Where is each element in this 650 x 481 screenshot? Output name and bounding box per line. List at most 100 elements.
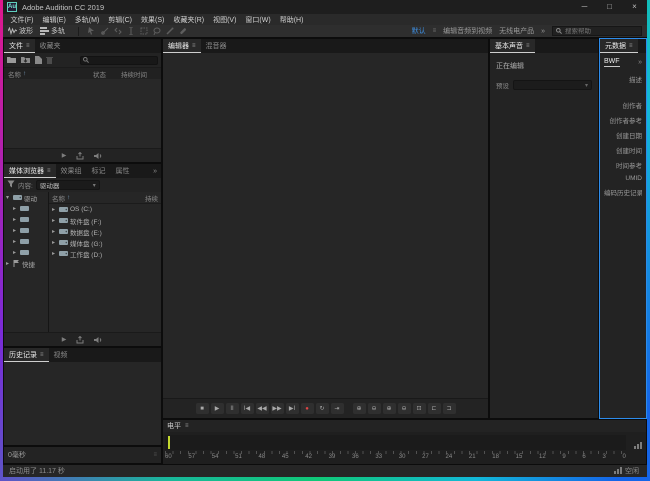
chevron-right-icon[interactable]: ▸ xyxy=(6,260,11,267)
stop-button[interactable]: ■ xyxy=(196,403,209,414)
panel-menu-icon[interactable]: ≡ xyxy=(26,43,30,49)
chevron-right-icon[interactable]: ▸ xyxy=(13,238,18,245)
metadata-overflow-chevron-icon[interactable]: » xyxy=(638,59,642,66)
files-list[interactable] xyxy=(4,79,161,149)
tree-drive-item[interactable]: ▸ xyxy=(4,247,48,258)
chevron-right-icon[interactable]: ▸ xyxy=(52,228,57,235)
loop-playback-button[interactable]: ↻ xyxy=(316,403,329,414)
panel-menu-icon[interactable]: ≡ xyxy=(629,43,633,49)
preview-play-icon[interactable]: ▶ xyxy=(62,336,67,343)
play-button[interactable]: ▶ xyxy=(211,403,224,414)
paintbrush-selection-tool-icon[interactable] xyxy=(165,27,174,36)
tab-overflow-chevron-icon[interactable]: » xyxy=(149,164,161,178)
move-tool-icon[interactable] xyxy=(87,27,96,36)
tree-item-drives[interactable]: ▾ 驱动 xyxy=(4,192,48,203)
slip-tool-icon[interactable] xyxy=(113,27,122,36)
panel-menu-icon[interactable]: ≡ xyxy=(153,452,157,458)
tree-drive-item[interactable]: ▸ xyxy=(4,203,48,214)
content-dropdown[interactable]: 驱动器 ▾ xyxy=(36,180,100,190)
chevron-right-icon[interactable]: ▸ xyxy=(13,216,18,223)
auto-play-icon[interactable] xyxy=(76,336,84,344)
move-playhead-previous-button[interactable]: I◀ xyxy=(241,403,254,414)
zoom-to-out-point-button[interactable]: ⊐ xyxy=(443,403,456,414)
menu-item[interactable]: 窗口(W) xyxy=(241,15,275,25)
chevron-down-icon[interactable]: ▾ xyxy=(6,194,11,201)
help-search-box[interactable] xyxy=(552,26,642,36)
preview-play-icon[interactable]: ▶ xyxy=(62,152,67,159)
menu-item[interactable]: 视图(V) xyxy=(209,15,241,25)
panel-menu-icon[interactable]: ≡ xyxy=(185,423,189,429)
chevron-right-icon[interactable]: ▸ xyxy=(13,227,18,234)
record-button[interactable]: ● xyxy=(301,403,314,414)
lasso-selection-tool-icon[interactable] xyxy=(152,27,161,36)
zoom-in-vertical-button[interactable]: ⊕ xyxy=(383,403,396,414)
tree-drive-item[interactable]: ▸ xyxy=(4,225,48,236)
speaker-icon[interactable] xyxy=(94,336,103,344)
drive-list-item[interactable]: ▸ 软件盘 (F:) xyxy=(49,215,161,226)
menu-item[interactable]: 文件(F) xyxy=(6,15,38,25)
menu-item[interactable]: 多轨(M) xyxy=(70,15,104,25)
tab-mixer[interactable]: 混音器 xyxy=(201,39,232,53)
menu-item[interactable]: 剪辑(C) xyxy=(104,15,137,25)
chevron-right-icon[interactable]: ▸ xyxy=(52,239,57,246)
media-column-headers[interactable]: 名称 ↑ 持续 xyxy=(49,192,161,204)
fast-forward-button[interactable]: ▶▶ xyxy=(271,403,284,414)
files-search-input[interactable] xyxy=(91,57,151,63)
auto-play-icon[interactable] xyxy=(76,152,84,160)
menu-item[interactable]: 帮助(H) xyxy=(275,15,308,25)
new-file-icon[interactable] xyxy=(35,51,42,69)
level-meter[interactable]: 60575451484542393633302724211815129630 xyxy=(163,432,646,464)
panel-menu-icon[interactable]: ≡ xyxy=(192,43,196,49)
tree-drive-item[interactable]: ▸ xyxy=(4,236,48,247)
tab-effects-rack[interactable]: 效果组 xyxy=(56,164,87,178)
razor-tool-icon[interactable] xyxy=(100,27,109,36)
drive-list-item[interactable]: ▸ 媒体盘 (G:) xyxy=(49,237,161,248)
tab-editor[interactable]: 编辑器 ≡ xyxy=(163,39,201,53)
zoom-to-in-point-button[interactable]: ⊏ xyxy=(428,403,441,414)
maximize-button[interactable]: □ xyxy=(597,0,622,14)
tab-video[interactable]: 视频 xyxy=(49,348,73,362)
open-file-icon[interactable] xyxy=(7,51,17,69)
tab-metadata[interactable]: 元数据 ≡ xyxy=(600,39,638,53)
chevron-right-icon[interactable]: ▸ xyxy=(52,217,57,224)
help-search-input[interactable] xyxy=(565,28,637,35)
move-playhead-next-button[interactable]: ▶I xyxy=(286,403,299,414)
menu-item[interactable]: 编辑(E) xyxy=(38,15,70,25)
tab-essential-sound[interactable]: 基本声音 ≡ xyxy=(490,39,535,53)
minimize-button[interactable]: ─ xyxy=(572,0,597,14)
tree-item-shortcuts[interactable]: ▸ 快捷 xyxy=(4,258,48,269)
editor-canvas[interactable] xyxy=(163,53,488,399)
workspace-menu-icon[interactable]: ≡ xyxy=(433,28,437,34)
zoom-out-horizontal-button[interactable]: ⊖ xyxy=(368,403,381,414)
tab-markers[interactable]: 标记 xyxy=(87,164,111,178)
files-search-box[interactable] xyxy=(80,56,158,65)
chevron-right-icon[interactable]: ▸ xyxy=(13,249,18,256)
close-button[interactable]: × xyxy=(622,0,647,14)
menu-item[interactable]: 收藏夹(R) xyxy=(169,15,209,25)
workspace-tab-radio-production[interactable]: 无线电产品 xyxy=(499,26,534,36)
meter-bars-icon[interactable] xyxy=(634,436,642,454)
pause-button[interactable]: II xyxy=(226,403,239,414)
panel-menu-icon[interactable]: ≡ xyxy=(47,168,51,174)
spot-healing-brush-tool-icon[interactable] xyxy=(178,27,187,36)
zoom-out-vertical-button[interactable]: ⊖ xyxy=(398,403,411,414)
preset-dropdown[interactable]: ▾ xyxy=(513,80,592,90)
tab-properties[interactable]: 属性 xyxy=(111,164,135,178)
panel-menu-icon[interactable]: ≡ xyxy=(40,352,44,358)
waveform-view-button[interactable]: 波形 xyxy=(8,26,33,36)
zoom-in-horizontal-button[interactable]: ⊕ xyxy=(353,403,366,414)
history-list[interactable] xyxy=(4,362,161,445)
tab-bwf[interactable]: BWF xyxy=(604,58,620,67)
filter-icon[interactable] xyxy=(7,180,15,190)
time-selection-tool-icon[interactable] xyxy=(126,27,135,36)
drive-list-item[interactable]: ▸ OS (C:) xyxy=(49,204,161,215)
import-file-icon[interactable] xyxy=(21,51,31,69)
tree-drive-item[interactable]: ▸ xyxy=(4,214,48,225)
workspace-tab-default[interactable]: 默认 xyxy=(412,26,426,36)
chevron-right-icon[interactable]: ▸ xyxy=(52,206,57,213)
tab-history[interactable]: 历史记录 ≡ xyxy=(4,348,49,362)
multitrack-view-button[interactable]: 多轨 xyxy=(40,26,65,36)
workspace-tab-edit-audio-to-video[interactable]: 编辑音频到视频 xyxy=(443,26,492,36)
rewind-button[interactable]: ◀◀ xyxy=(256,403,269,414)
speaker-icon[interactable] xyxy=(94,152,103,160)
